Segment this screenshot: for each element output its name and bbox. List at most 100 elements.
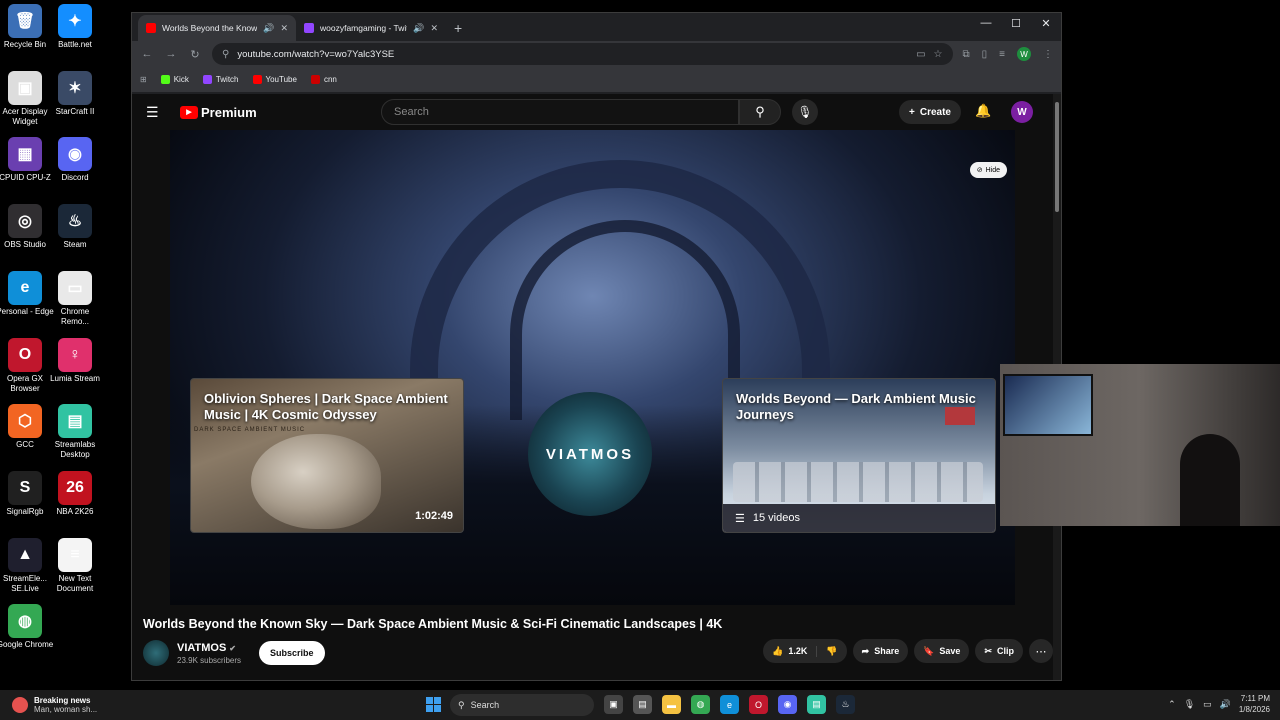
cast-icon[interactable]: ▭ xyxy=(916,49,925,60)
desktop-icon[interactable]: ♨ Steam xyxy=(46,204,104,250)
desktop-icon[interactable]: ◉ Discord xyxy=(46,137,104,183)
app-icon: ▭ xyxy=(58,270,92,305)
dislike-button[interactable]: 👎 xyxy=(817,646,846,657)
tab-close-icon[interactable]: ✕ xyxy=(280,23,288,34)
youtube-page: ☰ ▶ Premium Search ⚲ 🎙 + Create 🔔 W ⊘ Hi… xyxy=(132,94,1061,680)
app-icon: ▦ xyxy=(8,137,42,172)
task-view-icon[interactable]: ▣ xyxy=(604,695,623,714)
desktop-icon[interactable]: ✶ StarCraft II xyxy=(46,70,104,117)
tab-close-icon[interactable]: ✕ xyxy=(430,23,438,34)
video-duration: 1:02:49 xyxy=(415,510,453,522)
apps-grid-icon[interactable]: ⊞ xyxy=(140,75,147,84)
edge-icon[interactable]: e xyxy=(720,695,739,714)
bookmark-twitch[interactable]: Twitch xyxy=(202,75,239,84)
forward-icon[interactable]: → xyxy=(164,48,178,60)
save-button[interactable]: 🔖 Save xyxy=(914,639,970,663)
bookmark-youtube[interactable]: YouTube xyxy=(252,75,297,84)
clock[interactable]: 7:11 PM 1/8/2026 xyxy=(1239,693,1270,715)
webcam-overlay xyxy=(1000,364,1280,526)
endscreen-video-card[interactable]: DARK SPACE AMBIENT MUSIC Oblivion Sphere… xyxy=(190,378,464,533)
desktop-icon[interactable]: ▭ Chrome Remo... xyxy=(46,270,104,327)
channel-info: VIATMOS ✔ 23.9K subscribers xyxy=(177,642,241,665)
volume-icon[interactable]: 🔊 xyxy=(1220,699,1231,710)
back-icon[interactable]: ← xyxy=(140,48,154,60)
desktop-icon[interactable]: ◍ Google Chrome xyxy=(0,604,54,650)
tab-twitch[interactable]: woozyfamgaming - Twitch 🔊 ✕ xyxy=(296,15,446,41)
youtube-logo[interactable]: ▶ Premium xyxy=(180,105,257,120)
new-tab-button[interactable]: + xyxy=(454,20,462,36)
speaker-icon[interactable]: 🔊 xyxy=(263,23,274,34)
widgets-icon[interactable]: ▤ xyxy=(633,695,652,714)
app-icon: ♨ xyxy=(58,204,92,239)
desktop-icon-label: NBA 2K26 xyxy=(56,506,94,516)
voice-search-button[interactable]: 🎙 xyxy=(792,99,818,125)
youtube-icon xyxy=(252,75,262,84)
news-icon xyxy=(12,697,28,713)
scrollbar-thumb[interactable] xyxy=(1055,102,1059,212)
chevron-up-icon[interactable]: ⌃ xyxy=(1168,699,1176,710)
user-avatar[interactable]: W xyxy=(1011,101,1033,123)
search-icon: ⚲ xyxy=(458,699,465,710)
desktop-icon[interactable]: ≡ New Text Document xyxy=(46,537,104,594)
search-button[interactable]: ⚲ xyxy=(739,99,781,125)
sidepanel-icon[interactable]: ▯ xyxy=(982,49,988,60)
channel-name-text: VIATMOS xyxy=(177,641,227,654)
more-actions-button[interactable]: ⋯ xyxy=(1029,639,1053,663)
endscreen-playlist-card[interactable]: Worlds Beyond — Dark Ambient Music Journ… xyxy=(722,378,996,533)
share-icon: ➦ xyxy=(861,645,870,656)
start-button-icon[interactable] xyxy=(426,697,441,712)
bookmark-label: cnn xyxy=(323,75,337,84)
desktop-icon-label: OBS Studio xyxy=(4,240,46,250)
plus-icon: + xyxy=(909,106,915,118)
taskbar-search[interactable]: ⚲ Search xyxy=(450,694,594,716)
clip-button[interactable]: ✂ Clip xyxy=(975,639,1023,663)
bookmark-kick[interactable]: Kick xyxy=(160,75,189,84)
opera-icon[interactable]: O xyxy=(749,695,768,714)
news-subtitle: Man, woman sh... xyxy=(34,705,98,714)
create-button[interactable]: + Create xyxy=(899,100,961,124)
tab-youtube[interactable]: Worlds Beyond the Known 🔊 ✕ xyxy=(138,15,296,41)
channel-logo-endscreen[interactable]: VIATMOS xyxy=(528,392,652,516)
thumbs-down-icon: 👎 xyxy=(826,645,838,656)
thumbnail-text: DARK SPACE AMBIENT MUSIC xyxy=(194,427,306,433)
site-info-icon[interactable]: ⚲ xyxy=(222,49,229,60)
file-explorer-icon[interactable]: ▬ xyxy=(662,695,681,714)
hamburger-menu-icon[interactable]: ☰ xyxy=(146,104,166,121)
search-input[interactable]: Search xyxy=(381,99,739,125)
steam-icon[interactable]: ♨ xyxy=(836,695,855,714)
like-button[interactable]: 👍 1.2K xyxy=(763,645,818,657)
desktop-icon[interactable]: 26 NBA 2K26 xyxy=(46,470,104,517)
video-player[interactable]: ⊘ Hide DARK SPACE AMBIENT MUSIC Oblivion… xyxy=(170,130,1015,605)
news-widget[interactable]: Breaking news Man, woman sh... xyxy=(12,696,97,714)
hide-endscreen-button[interactable]: ⊘ Hide xyxy=(969,162,1007,178)
reload-icon[interactable]: ↻ xyxy=(188,48,202,61)
profile-avatar[interactable]: W xyxy=(1017,47,1031,61)
channel-avatar[interactable] xyxy=(143,640,169,666)
reading-list-icon[interactable]: ≡ xyxy=(999,49,1005,60)
minimize-icon[interactable]: — xyxy=(971,17,1001,30)
desktop-icon[interactable]: ▤ Streamlabs Desktop xyxy=(46,404,104,460)
streamlabs-icon[interactable]: ▤ xyxy=(807,695,826,714)
bookmark-star-icon[interactable]: ☆ xyxy=(934,49,943,60)
address-bar[interactable]: ⚲ youtube.com/watch?v=wo7Yalc3YSE ▭ ☆ xyxy=(212,43,953,65)
discord-icon[interactable]: ◉ xyxy=(778,695,797,714)
extensions-icon[interactable]: ⧉ xyxy=(963,49,970,60)
menu-kebab-icon[interactable]: ⋮ xyxy=(1043,49,1053,60)
playlist-count-bar: ☰ 15 videos xyxy=(723,504,995,532)
desktop-icon[interactable]: ✦ Battle.net xyxy=(46,4,104,50)
mic-tray-icon[interactable]: 🎙 xyxy=(1184,699,1195,710)
maximize-icon[interactable]: ☐ xyxy=(1001,17,1031,30)
display-icon[interactable]: ▭ xyxy=(1203,699,1212,710)
webcam-tv xyxy=(1003,374,1093,436)
share-button[interactable]: ➦ Share xyxy=(852,639,909,663)
notifications-bell-icon[interactable]: 🔔 xyxy=(975,103,991,119)
close-window-icon[interactable]: ✕ xyxy=(1031,17,1061,30)
chrome-icon[interactable]: ◍ xyxy=(691,695,710,714)
save-label: Save xyxy=(939,646,961,656)
bookmark-cnn[interactable]: cnn xyxy=(310,75,337,84)
subscribe-button[interactable]: Subscribe xyxy=(259,641,325,665)
desktop-icon[interactable]: ♀ Lumia Stream xyxy=(46,337,104,384)
channel-name[interactable]: VIATMOS ✔ xyxy=(177,642,241,654)
app-icon: e xyxy=(8,270,42,305)
speaker-icon[interactable]: 🔊 xyxy=(413,23,424,34)
